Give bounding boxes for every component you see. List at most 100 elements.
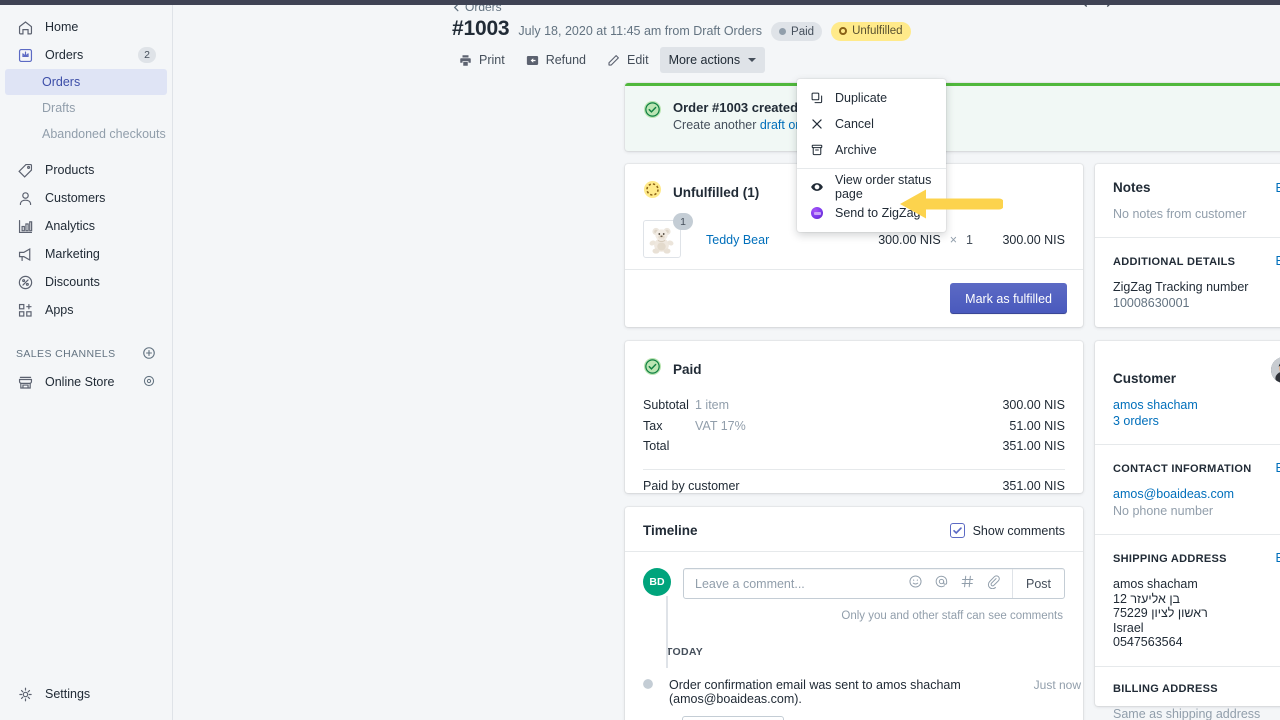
avatar: BD xyxy=(643,568,671,596)
sidebar-item-customers[interactable]: Customers xyxy=(8,184,164,212)
payment-row-label: Subtotal xyxy=(643,398,695,412)
eye-icon xyxy=(809,179,825,195)
billing-address-text: Same as shipping address xyxy=(1113,707,1280,720)
customer-title: Customer xyxy=(1113,371,1176,386)
payment-status-label: Paid xyxy=(791,26,814,38)
line-item-product-link[interactable]: Teddy Bear xyxy=(706,233,769,247)
refund-icon xyxy=(525,53,540,68)
store-icon xyxy=(16,373,35,392)
order-pagination xyxy=(1079,5,1115,8)
show-comments-toggle[interactable]: Show comments xyxy=(950,523,1065,538)
next-order-chevron-icon[interactable] xyxy=(1104,5,1115,8)
banner-subtext-prefix: Create another xyxy=(673,118,760,132)
sidebar-item-label: Home xyxy=(45,20,156,34)
sidebar-item-marketing[interactable]: Marketing xyxy=(8,240,164,268)
breadcrumb[interactable]: Orders xyxy=(452,5,502,14)
payment-row-detail: VAT 17% xyxy=(695,419,1009,433)
preview-store-icon[interactable] xyxy=(142,374,156,391)
prev-order-chevron-icon[interactable] xyxy=(1079,5,1090,8)
sidebar-subitem-abandoned-checkouts[interactable]: Abandoned checkouts xyxy=(5,121,167,147)
billing-address-section: BILLING ADDRESS Same as shipping address xyxy=(1095,666,1280,720)
timeline-event-dot-icon xyxy=(643,679,653,689)
status-dot-icon xyxy=(779,28,786,35)
sidebar-item-label: Analytics xyxy=(45,219,156,233)
customer-name-link[interactable]: amos shacham xyxy=(1113,398,1280,412)
mark-as-fulfilled-button[interactable]: Mark as fulfilled xyxy=(950,283,1067,314)
print-label: Print xyxy=(479,53,505,67)
edit-additional-details-link[interactable]: Edit xyxy=(1275,254,1280,268)
shipping-address-header: SHIPPING ADDRESS Edit xyxy=(1113,551,1280,565)
comment-input[interactable]: Leave a comment... xyxy=(684,577,908,591)
sidebar-subitem-label: Drafts xyxy=(42,101,75,115)
timeline-card: Timeline Show comments BD Leave a commen… xyxy=(625,507,1083,720)
multiply-symbol: × xyxy=(950,233,957,247)
product-thumbnail-wrap: 1 xyxy=(643,220,683,260)
payment-row-amount: 51.00 NIS xyxy=(1009,419,1065,433)
customer-orders-link[interactable]: 3 orders xyxy=(1113,414,1280,428)
show-comments-label: Show comments xyxy=(973,524,1065,538)
gear-icon xyxy=(16,685,35,704)
unfulfilled-status-icon xyxy=(643,180,662,204)
sidebar-item-orders[interactable]: Orders 2 xyxy=(8,41,164,69)
address-line: amos shacham xyxy=(1113,577,1208,592)
menu-item-cancel[interactable]: Cancel xyxy=(797,111,946,137)
edit-contact-link[interactable]: Edit xyxy=(1275,461,1280,475)
menu-item-archive[interactable]: Archive xyxy=(797,137,946,163)
more-actions-button[interactable]: More actions xyxy=(660,47,766,73)
teddy-bear-image xyxy=(646,223,678,255)
order-title-row: #1003 July 18, 2020 at 11:45 am from Dra… xyxy=(452,17,911,41)
add-sales-channel-icon[interactable] xyxy=(142,346,156,363)
menu-item-label: Archive xyxy=(835,143,877,157)
sidebar-item-home[interactable]: Home xyxy=(8,13,164,41)
contact-information-title: CONTACT INFORMATION xyxy=(1113,463,1252,475)
refund-button[interactable]: Refund xyxy=(516,47,595,73)
additional-details-title: ADDITIONAL DETAILS xyxy=(1113,256,1235,268)
sidebar-subitem-orders[interactable]: Orders xyxy=(5,69,167,95)
timeline-event-time: Just now xyxy=(1034,678,1083,692)
comment-input-wrap[interactable]: Leave a comment... xyxy=(683,568,1065,599)
order-meta: July 18, 2020 at 11:45 am from Draft Ord… xyxy=(518,24,762,38)
emoji-icon[interactable] xyxy=(908,574,923,594)
sidebar-item-analytics[interactable]: Analytics xyxy=(8,212,164,240)
sidebar-item-label: Customers xyxy=(45,191,156,205)
sales-channels-label: SALES CHANNELS xyxy=(16,348,142,360)
sidebar-item-label: Marketing xyxy=(45,247,156,261)
edit-shipping-address-link[interactable]: Edit xyxy=(1275,551,1280,565)
contact-information-header: CONTACT INFORMATION Edit xyxy=(1113,461,1280,475)
sidebar-item-products[interactable]: Products xyxy=(8,156,164,184)
sidebar-item-settings[interactable]: Settings xyxy=(8,680,165,708)
discount-icon xyxy=(16,273,35,292)
timeline-event-text: Order confirmation email was sent to amo… xyxy=(669,678,1034,706)
notes-card: Notes Edit No notes from customer ADDITI… xyxy=(1095,164,1280,327)
payment-card-title: Paid xyxy=(673,362,702,377)
sidebar-subitem-drafts[interactable]: Drafts xyxy=(5,95,167,121)
composer-icons xyxy=(908,574,1012,594)
order-created-banner: Order #1003 created Create another draft… xyxy=(625,83,1280,151)
customer-email-link[interactable]: amos@boaideas.com xyxy=(1113,487,1280,501)
hashtag-icon[interactable] xyxy=(960,574,975,594)
menu-divider xyxy=(797,168,946,169)
sidebar-item-online-store[interactable]: Online Store xyxy=(8,368,164,396)
customer-section: Customer amos shacham 3 orders xyxy=(1095,341,1280,444)
comment-composer: BD Leave a comment... xyxy=(643,568,1065,599)
edit-button[interactable]: Edit xyxy=(597,47,658,73)
resend-email-button[interactable]: Resend email xyxy=(682,716,784,720)
edit-label: Edit xyxy=(627,53,649,67)
payment-row: Tax VAT 17% 51.00 NIS xyxy=(643,416,1065,437)
x-icon xyxy=(809,116,825,132)
timeline-event: Order confirmation email was sent to amo… xyxy=(625,675,1083,706)
person-icon xyxy=(16,189,35,208)
sidebar-item-apps[interactable]: Apps xyxy=(8,296,164,324)
orders-badge-count: 2 xyxy=(138,47,156,63)
archive-icon xyxy=(809,142,825,158)
sidebar-item-discounts[interactable]: Discounts xyxy=(8,268,164,296)
menu-item-label: Duplicate xyxy=(835,91,887,105)
edit-notes-link[interactable]: Edit xyxy=(1275,181,1280,195)
menu-item-duplicate[interactable]: Duplicate xyxy=(797,85,946,111)
post-comment-button[interactable]: Post xyxy=(1012,569,1064,598)
attachment-icon[interactable] xyxy=(986,574,1001,594)
comment-privacy-note: Only you and other staff can see comment… xyxy=(643,610,1065,622)
payment-row-label: Tax xyxy=(643,419,695,433)
mention-icon[interactable] xyxy=(934,574,949,594)
print-button[interactable]: Print xyxy=(449,47,514,73)
